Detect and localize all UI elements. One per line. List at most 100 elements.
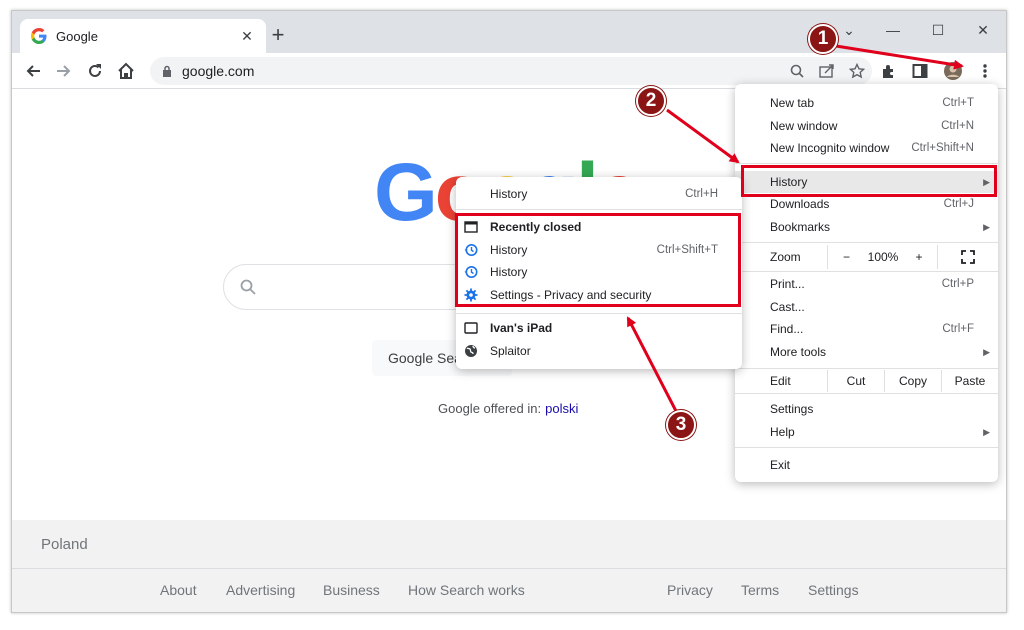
search-icon <box>240 279 256 295</box>
zoom-out-button[interactable]: − <box>827 245 865 269</box>
footer: Poland About Advertising Business How Se… <box>12 520 1006 612</box>
submenu-label: History <box>490 187 528 201</box>
menu-divider <box>735 368 998 369</box>
menu-label: Downloads <box>770 197 830 211</box>
menu-shortcut: Ctrl+J <box>943 198 974 210</box>
menu-item-find[interactable]: Find... Ctrl+F <box>735 318 998 340</box>
menu-label: Settings <box>770 402 814 416</box>
menu-divider <box>735 242 998 243</box>
offered-in-text: Google offered in: polski <box>438 401 578 416</box>
submenu-arrow-icon: ▶ <box>983 221 990 232</box>
menu-zoom-row: Zoom − 100% + <box>735 245 998 269</box>
chrome-menu-kebab-icon[interactable] <box>974 60 996 82</box>
submenu-arrow-icon: ▶ <box>983 426 990 437</box>
copy-button[interactable]: Copy <box>884 370 941 392</box>
highlight-box-recently-closed <box>455 213 741 307</box>
menu-label: New Incognito window <box>770 141 890 155</box>
zoom-in-button[interactable]: + <box>901 250 937 264</box>
menu-label: Bookmarks <box>770 220 831 234</box>
device-tab-item[interactable]: Splaitor <box>456 340 742 362</box>
menu-item-bookmarks[interactable]: Bookmarks ▶ <box>735 216 998 238</box>
menu-label: Exit <box>770 458 791 472</box>
menu-item-new-window[interactable]: New window Ctrl+N <box>735 115 998 137</box>
footer-link-business[interactable]: Business <box>323 582 380 598</box>
menu-shortcut: Ctrl+F <box>942 323 974 335</box>
menu-edit-row: Edit Cut Copy Paste <box>735 370 998 392</box>
menu-item-more-tools[interactable]: More tools ▶ <box>735 341 998 363</box>
tab-close-icon[interactable]: ✕ <box>238 28 256 45</box>
menu-label: New tab <box>770 96 815 110</box>
menu-item-new-tab[interactable]: New tab Ctrl+T <box>735 92 998 114</box>
share-icon[interactable] <box>812 64 842 78</box>
zoom-level: 100% <box>867 250 899 264</box>
back-icon[interactable] <box>22 60 44 82</box>
menu-item-cast[interactable]: Cast... <box>735 296 998 318</box>
menu-divider <box>735 447 998 448</box>
cut-button[interactable]: Cut <box>827 370 884 392</box>
submenu-label: Splaitor <box>490 344 531 358</box>
highlight-box-history <box>741 165 997 197</box>
footer-link-how-search-works[interactable]: How Search works <box>408 582 525 598</box>
address-bar[interactable]: google.com <box>150 57 872 85</box>
extensions-icon[interactable] <box>878 60 900 82</box>
chrome-main-menu: New tab Ctrl+T New window Ctrl+N New Inc… <box>735 84 998 482</box>
bookmark-star-icon[interactable] <box>842 63 872 79</box>
tab-title: Google <box>56 28 98 44</box>
menu-shortcut: Ctrl+T <box>942 97 974 109</box>
url-text: google.com <box>182 63 255 79</box>
menu-item-print[interactable]: Print... Ctrl+P <box>735 273 998 295</box>
side-panel-icon[interactable] <box>909 60 931 82</box>
tab-google[interactable]: Google ✕ <box>20 19 266 53</box>
close-window-button[interactable]: ✕ <box>968 17 998 43</box>
new-tab-button[interactable]: + <box>266 24 290 48</box>
title-bar: Google ✕ + ⌄ — ☐ ✕ <box>12 11 1006 53</box>
menu-label: New window <box>770 119 838 133</box>
submenu-divider <box>456 313 742 314</box>
home-icon[interactable] <box>115 60 137 82</box>
menu-divider <box>735 163 998 164</box>
menu-item-settings[interactable]: Settings <box>735 398 998 420</box>
reload-icon[interactable] <box>84 60 106 82</box>
menu-item-exit[interactable]: Exit <box>735 454 998 476</box>
profile-avatar-icon[interactable] <box>942 60 964 82</box>
paste-button[interactable]: Paste <box>941 370 998 392</box>
maximize-button[interactable]: ☐ <box>923 17 953 43</box>
tablet-icon <box>464 321 478 335</box>
step-badge-1: 1 <box>808 24 838 54</box>
footer-link-about[interactable]: About <box>160 582 197 598</box>
footer-link-privacy[interactable]: Privacy <box>667 582 713 598</box>
menu-label: Print... <box>770 277 805 291</box>
edit-label: Edit <box>770 374 791 388</box>
zoom-lens-icon[interactable] <box>782 64 812 78</box>
footer-divider <box>12 568 1006 569</box>
menu-shortcut: Ctrl+N <box>941 120 974 132</box>
logo-letter: G <box>374 147 438 238</box>
submenu-shortcut: Ctrl+H <box>685 188 718 200</box>
language-link[interactable]: polski <box>545 401 578 416</box>
offered-label: Google offered in: <box>438 401 542 416</box>
tab-search-icon[interactable]: ⌄ <box>834 17 864 43</box>
lock-icon <box>163 65 171 77</box>
globe-icon <box>464 344 478 358</box>
menu-shortcut: Ctrl+Shift+N <box>911 142 974 154</box>
submenu-item-history[interactable]: History Ctrl+H <box>456 183 742 205</box>
menu-label: Help <box>770 425 795 439</box>
footer-link-advertising[interactable]: Advertising <box>226 582 295 598</box>
submenu-arrow-icon: ▶ <box>983 346 990 357</box>
google-favicon-icon <box>31 28 47 44</box>
zoom-label: Zoom <box>770 250 801 264</box>
menu-item-help[interactable]: Help ▶ <box>735 421 998 443</box>
menu-label: More tools <box>770 345 827 359</box>
country-label: Poland <box>41 536 88 553</box>
forward-icon[interactable] <box>53 60 75 82</box>
menu-divider <box>735 271 998 272</box>
submenu-divider <box>456 209 742 210</box>
step-badge-3: 3 <box>666 410 696 440</box>
footer-link-settings[interactable]: Settings <box>808 582 859 598</box>
footer-link-terms[interactable]: Terms <box>741 582 779 598</box>
minimize-button[interactable]: — <box>878 17 908 43</box>
menu-divider <box>735 393 998 394</box>
menu-shortcut: Ctrl+P <box>941 278 974 290</box>
fullscreen-icon[interactable] <box>937 245 998 269</box>
menu-item-new-incognito[interactable]: New Incognito window Ctrl+Shift+N <box>735 137 998 159</box>
